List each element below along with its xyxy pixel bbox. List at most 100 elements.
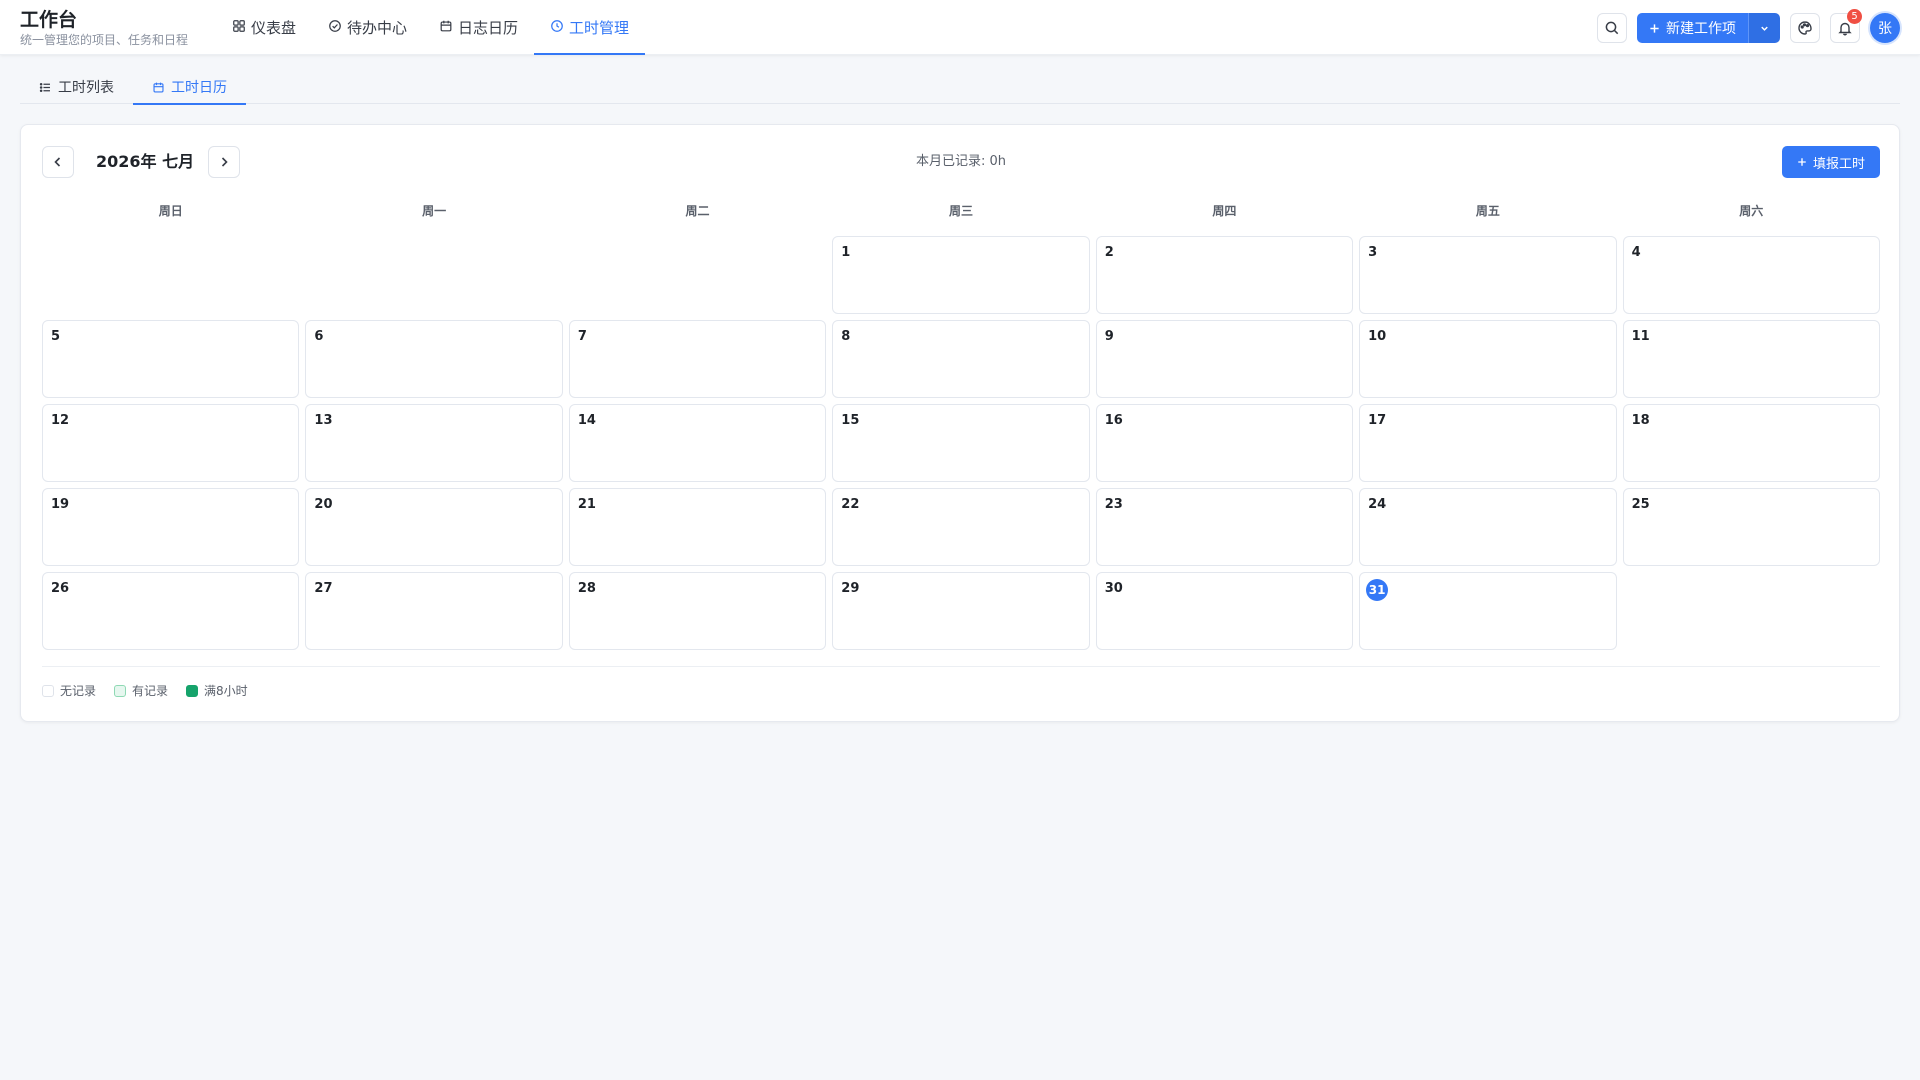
calendar-day-cell[interactable]: 29 [832,572,1090,650]
day-number: 13 [314,413,333,428]
calendar-day-cell[interactable]: 6 [305,320,563,398]
new-item-label: 新建工作项 [1666,21,1736,37]
tab-time-list[interactable]: 工时列表 [20,70,133,104]
day-number: 18 [1631,413,1650,428]
calendar-day-cell[interactable]: 20 [305,488,563,566]
calendar-day-cell[interactable]: 3 [1359,236,1617,314]
chevron-down-icon [1759,23,1770,34]
day-number: 5 [51,329,61,344]
day-number: 1 [841,245,851,260]
calendar-day-cell[interactable]: 18 [1622,404,1880,482]
nav-item-time-management[interactable]: 工时管理 [534,0,646,55]
legend-item-full: 满8小时 [186,682,248,699]
calendar-day-cell[interactable]: 30 [1095,572,1354,650]
palette-icon [1797,20,1813,36]
day-number: 29 [841,581,860,596]
day-number: 16 [1104,413,1123,428]
calendar-day-cell[interactable]: 31 [1359,572,1617,650]
day-number: 28 [577,581,596,596]
weekday-label: 周一 [422,204,447,218]
brand: 工作台 统一管理您的项目、任务和日程 [20,9,188,48]
calendar-day-cell[interactable]: 11 [1622,320,1880,398]
avatar[interactable]: 张 [1870,13,1900,43]
list-icon [39,81,52,94]
today-day-number: 31 [1366,579,1389,601]
calendar-grid: 1 2 3 4 5 6 7 8 9 10 11 12 13 14 15 16 17 18 19 20 21 22 23 24 2… [42,236,1880,650]
plus-icon [1649,23,1660,34]
calendar-day-cell[interactable]: 26 [42,572,300,650]
calendar-day-cell[interactable]: 4 [1622,236,1880,314]
notifications-button[interactable]: 5 [1830,9,1862,43]
day-number: 26 [51,581,70,596]
weekday-label: 周四 [1212,204,1237,218]
calendar-empty-cell [42,236,299,314]
weekday-label: 周二 [685,204,710,218]
tab-label: 工时日历 [171,80,227,96]
calendar-empty-cell [569,236,826,314]
day-number: 25 [1631,497,1650,512]
calendar-day-cell[interactable]: 16 [1095,404,1354,482]
calendar-day-cell[interactable]: 14 [568,404,827,482]
calendar-day-cell[interactable]: 7 [568,320,827,398]
calendar-toolbar: 2026年 七月 本月已记录: 0h 填报工时 [42,146,1880,180]
nav-item-label: 仪表盘 [251,19,297,37]
clock-icon [550,19,564,37]
calendar-day-cell[interactable]: 23 [1095,488,1354,566]
nav-item-label: 日志日历 [458,19,519,37]
day-number: 15 [841,413,860,428]
day-number: 12 [51,413,70,428]
calendar-empty-cell [305,236,562,314]
day-number: 10 [1368,329,1387,344]
calendar-day-cell[interactable]: 2 [1095,236,1354,314]
tab-time-calendar[interactable]: 工时日历 [133,70,246,105]
weekday-label: 周五 [1475,204,1500,218]
plus-icon [1797,157,1807,167]
day-number: 22 [841,497,860,512]
nav-item-label: 待办中心 [347,19,408,37]
notification-badge: 5 [1847,9,1862,24]
legend-label: 无记录 [60,684,97,698]
day-number: 24 [1368,497,1387,512]
calendar-day-cell[interactable]: 28 [568,572,827,650]
fill-hours-button[interactable]: 填报工时 [1781,146,1880,178]
new-item-button[interactable]: 新建工作项 [1637,13,1748,43]
calendar-day-cell[interactable]: 27 [305,572,563,650]
legend-divider [42,666,1880,667]
nav-item-dashboard[interactable]: 仪表盘 [216,0,312,55]
calendar-day-cell[interactable]: 21 [568,488,827,566]
calendar-day-cell[interactable]: 22 [832,488,1090,566]
day-number: 20 [314,497,333,512]
calendar-day-cell[interactable]: 15 [832,404,1090,482]
calendar-day-cell[interactable]: 25 [1622,488,1880,566]
calendar-day-cell[interactable]: 1 [832,236,1090,314]
weekday-header: 周日 周一 周二 周三 周四 周五 周六 [42,201,1880,221]
calendar-legend: 无记录 有记录 满8小时 [42,682,248,699]
day-number: 17 [1368,413,1387,428]
new-item-dropdown-button[interactable] [1748,13,1780,43]
calendar-day-cell[interactable]: 24 [1359,488,1617,566]
day-number: 2 [1104,245,1114,260]
day-number: 14 [577,413,596,428]
calendar-day-cell[interactable]: 13 [305,404,563,482]
day-number: 9 [1104,329,1114,344]
legend-swatch [114,684,127,697]
check-circle-icon [328,19,342,37]
theme-button[interactable] [1790,13,1820,43]
day-number: 3 [1368,245,1378,260]
day-number: 6 [314,329,324,344]
calendar-day-cell[interactable]: 19 [42,488,300,566]
weekday-label: 周三 [948,204,973,218]
tab-label: 工时列表 [58,80,114,96]
calendar-day-cell[interactable]: 5 [42,320,300,398]
calendar-day-cell[interactable]: 8 [832,320,1090,398]
day-number: 4 [1631,245,1641,260]
fill-hours-label: 填报工时 [1812,156,1865,172]
search-button[interactable] [1597,13,1627,43]
day-number: 19 [51,497,70,512]
calendar-day-cell[interactable]: 10 [1359,320,1617,398]
calendar-day-cell[interactable]: 17 [1359,404,1617,482]
calendar-day-cell[interactable]: 9 [1095,320,1354,398]
nav-item-log-calendar[interactable]: 日志日历 [423,0,534,55]
nav-item-todo[interactable]: 待办中心 [312,0,423,55]
calendar-day-cell[interactable]: 12 [42,404,300,482]
